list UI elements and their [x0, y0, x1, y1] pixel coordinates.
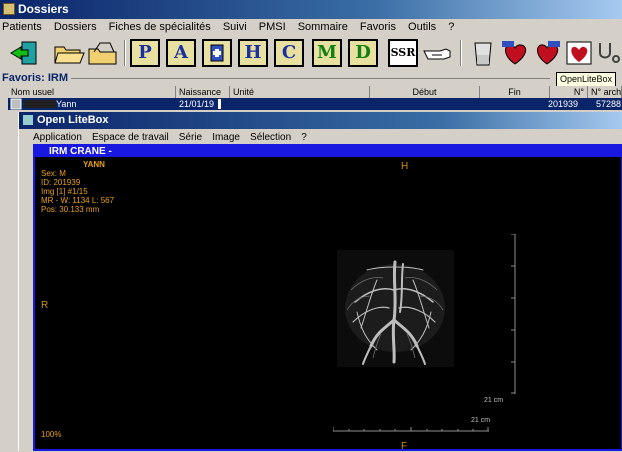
menu-patients[interactable]: Patients [2, 21, 42, 33]
cell-archive: 57288 [596, 99, 622, 109]
col-unite[interactable]: Unité [230, 86, 370, 98]
redacted-name [24, 100, 56, 108]
menu-espace-travail[interactable]: Espace de travail [92, 132, 169, 143]
litebox-app-icon [23, 115, 33, 125]
patient-icon [10, 98, 22, 110]
menu-selection[interactable]: Sélection [250, 132, 291, 143]
menu-image[interactable]: Image [212, 132, 240, 143]
text-cursor [218, 99, 221, 109]
menu-serie[interactable]: Série [179, 132, 202, 143]
letter-p-button[interactable]: P [130, 39, 160, 67]
heart-icon[interactable] [532, 39, 562, 67]
toolbar-separator [460, 40, 462, 66]
info-sex: Sex: M [41, 169, 66, 178]
menu-favoris[interactable]: Favoris [360, 21, 396, 33]
openlitebox-window: Open LiteBox Application Espace de trava… [18, 112, 622, 452]
image-viewer[interactable]: IRM CRANE - YANN Sex: M ID: 201939 Img [… [33, 144, 622, 452]
menu-fiches[interactable]: Fiches de spécialités [109, 21, 211, 33]
letter-h-button[interactable]: H [238, 39, 268, 67]
menu-application[interactable]: Application [33, 132, 82, 143]
col-fin[interactable]: Fin [480, 86, 550, 98]
exit-door-icon[interactable] [8, 39, 42, 67]
letter-d-button[interactable]: D [348, 39, 378, 67]
series-title: IRM CRANE - [35, 146, 621, 157]
col-debut[interactable]: Début [370, 86, 480, 98]
col-naissance[interactable]: Naissance [176, 86, 230, 98]
menu-bar: Patients Dossiers Fiches de spécialités … [0, 19, 622, 36]
menu-pmsi[interactable]: PMSI [259, 21, 286, 33]
info-image-index: Img [1] #1/15 [41, 187, 88, 196]
ssr-button[interactable]: SSR [388, 39, 418, 67]
mra-scan-image [337, 250, 454, 367]
openlitebox-title: Open LiteBox [37, 114, 109, 126]
app-titlebar: Dossiers [0, 0, 622, 19]
open-folder-icon[interactable] [52, 39, 86, 67]
zoom-level: 100% [41, 430, 62, 439]
patient-name: YANN [83, 160, 105, 169]
menu-dossiers[interactable]: Dossiers [54, 21, 97, 33]
toolbar-separator [124, 40, 126, 66]
openlitebox-titlebar: Open LiteBox [19, 112, 622, 129]
menu-help[interactable]: ? [301, 132, 307, 143]
info-window-level: MR - W: 1134 L: 567 [41, 196, 115, 205]
col-archives[interactable]: N° archives [588, 86, 622, 98]
hospital-icon[interactable] [202, 39, 232, 67]
favoris-group: Favoris: IRM [0, 72, 622, 85]
letter-c-button[interactable]: C [274, 39, 304, 67]
horizontal-scale-ruler [333, 427, 489, 432]
folder-icon[interactable] [86, 39, 120, 67]
window-title: Dossiers [18, 2, 69, 16]
cell-nom: Yann [56, 99, 77, 109]
beaker-icon[interactable] [468, 39, 498, 67]
favoris-label: Favoris: IRM [2, 72, 72, 85]
list-column-headers: Nom usuel Naissance Unité Début Fin N° N… [8, 86, 622, 98]
openlitebox-menu-bar: Application Espace de travail Série Imag… [19, 130, 622, 144]
main-toolbar: P A H C M D SSR [0, 37, 622, 71]
heart-icon[interactable] [500, 39, 530, 67]
letter-m-button[interactable]: M [312, 39, 342, 67]
vertical-scale-ruler [511, 234, 516, 394]
info-id: ID: 201939 [41, 178, 81, 187]
cell-naissance: 21/01/19 [179, 99, 215, 109]
col-nom-usuel[interactable]: Nom usuel [8, 86, 176, 98]
menu-suivi[interactable]: Suivi [223, 21, 247, 33]
menu-sommaire[interactable]: Sommaire [298, 21, 348, 33]
group-divider [60, 78, 550, 79]
pointing-hand-icon[interactable] [420, 39, 454, 67]
menu-help[interactable]: ? [448, 21, 454, 33]
stethoscope-icon[interactable] [594, 39, 622, 67]
vertical-scale-label: 21 cm [484, 397, 504, 404]
table-row[interactable]: Yann 21/01/19 201939 57288 [8, 98, 622, 110]
orientation-bottom: F [401, 441, 408, 452]
info-position: Pos: 30.133 mm [41, 205, 100, 214]
cell-numero: 201939 [548, 99, 579, 109]
horizontal-scale-label: 21 cm [471, 417, 491, 424]
col-numero[interactable]: N° [550, 86, 588, 98]
orientation-top: H [401, 161, 409, 172]
letter-a-button[interactable]: A [166, 39, 196, 67]
heart-icon[interactable] [564, 39, 594, 67]
menu-outils[interactable]: Outils [408, 21, 436, 33]
orientation-left: R [41, 300, 49, 311]
folder-app-icon [3, 3, 15, 15]
